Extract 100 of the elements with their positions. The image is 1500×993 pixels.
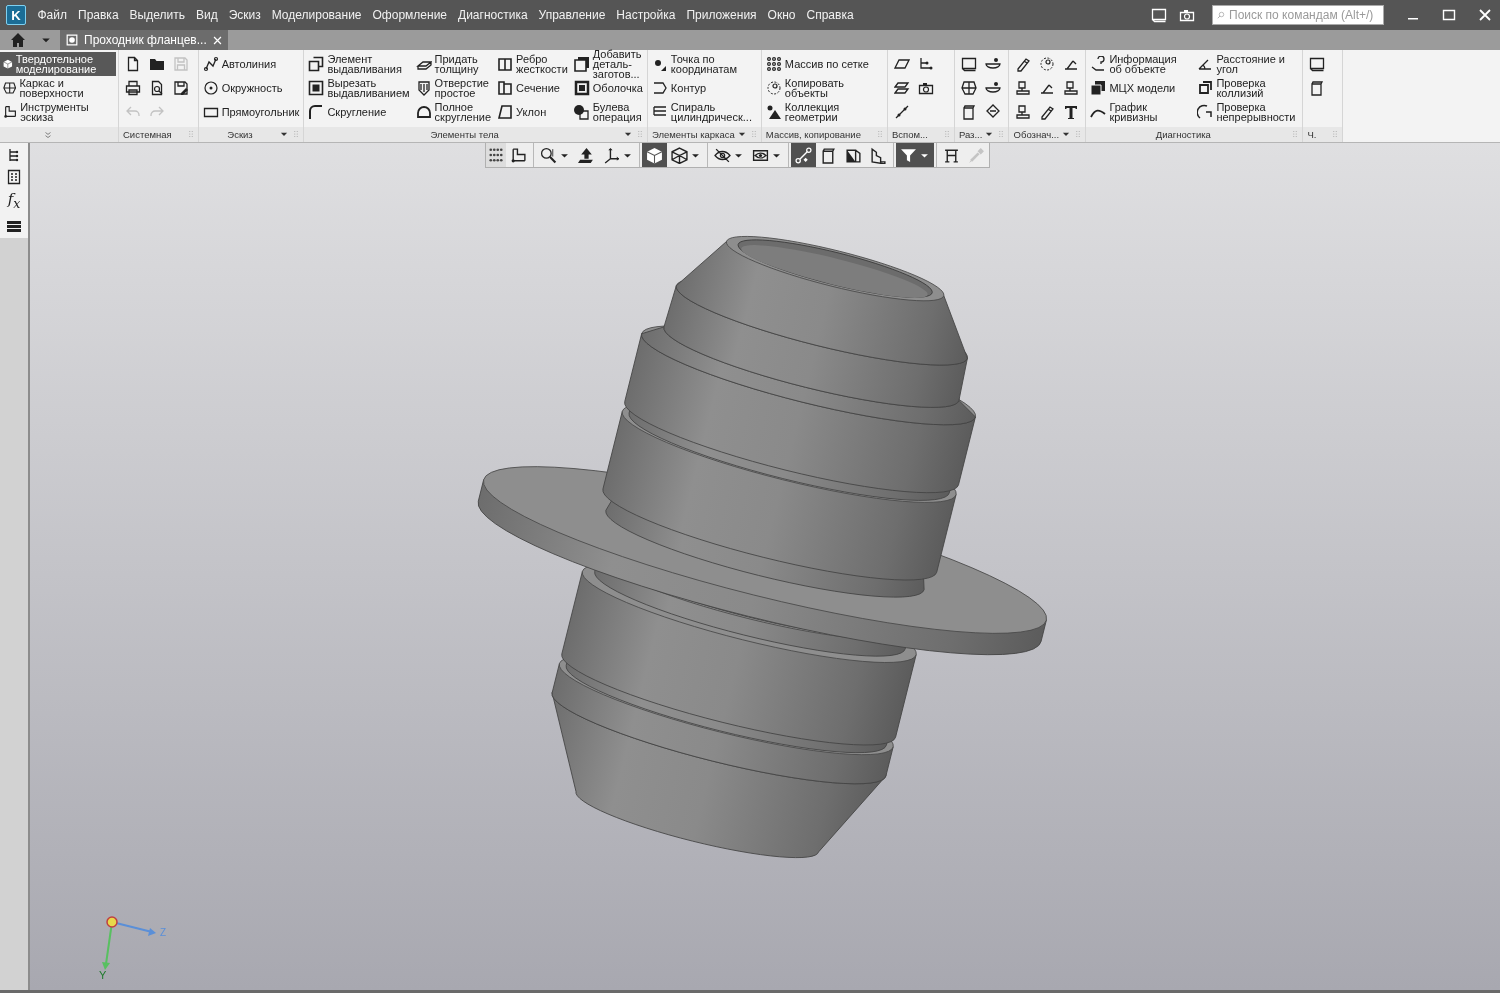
mode-tab[interactable]: Инструменты эскиза: [0, 100, 116, 124]
printer-icon[interactable]: [125, 80, 141, 96]
menu-item[interactable]: Диагностика: [452, 6, 534, 24]
command-button[interactable]: Проверка коллизий: [1197, 76, 1299, 100]
command-button[interactable]: Спираль цилиндрическ...: [651, 100, 757, 124]
command-button[interactable]: Автолиния: [202, 52, 300, 76]
group-label: Системная: [123, 129, 172, 140]
command-button[interactable]: Ребро жесткости: [497, 52, 568, 76]
camera-icon[interactable]: [1179, 7, 1195, 23]
tab-title: Проходник фланцев...: [84, 33, 207, 47]
command-button[interactable]: График кривизны: [1090, 100, 1192, 124]
mesh-icon[interactable]: [960, 80, 977, 96]
command-button[interactable]: Отверстие простое: [415, 76, 492, 100]
boolean-icon: [573, 104, 590, 120]
group-label: Эскиз: [227, 129, 253, 140]
mode-tab[interactable]: Каркас и поверхности: [0, 76, 116, 100]
stacked-planes-icon[interactable]: [893, 80, 910, 96]
command-button[interactable]: Расстояние и угол: [1197, 52, 1299, 76]
command-button[interactable]: Элемент выдавливания: [308, 52, 410, 76]
section-icon: [497, 80, 514, 96]
command-button[interactable]: Полное скругление: [415, 100, 492, 124]
close-icon[interactable]: [1477, 7, 1493, 23]
menu-item[interactable]: Вид: [190, 6, 224, 24]
command-button[interactable]: Сечение: [497, 76, 568, 100]
formula-button[interactable]: f$_{x}$: [7, 191, 21, 212]
panel-icon[interactable]: [1309, 56, 1326, 72]
bowl-icon[interactable]: [984, 80, 1001, 96]
group-label: Элементы каркаса: [651, 129, 735, 140]
toolbar-button[interactable]: [896, 143, 934, 167]
command-button[interactable]: Точка по координатам: [651, 52, 757, 76]
group-label: Раз...: [958, 129, 983, 140]
copy-icon[interactable]: [1039, 56, 1056, 72]
folder-icon[interactable]: [149, 56, 165, 72]
t-shape-icon[interactable]: [1063, 104, 1080, 120]
bowl-icon[interactable]: [984, 56, 1001, 72]
line-icon[interactable]: [893, 104, 910, 120]
menu-item[interactable]: Окно: [762, 6, 801, 24]
command-button[interactable]: Окружность: [202, 76, 300, 100]
search-field[interactable]: Поиск по командам (Alt+/): [1212, 5, 1384, 25]
command-button[interactable]: Булева операция: [573, 100, 643, 124]
group-label: Вспом...: [891, 129, 928, 140]
mode-tab[interactable]: Твердотельное моделирование: [0, 52, 116, 76]
pencil-icon[interactable]: [1015, 56, 1032, 72]
menu-item[interactable]: Эскиз: [223, 6, 267, 24]
save-as-icon[interactable]: [173, 80, 189, 96]
dome-icon: [415, 104, 432, 120]
command-button[interactable]: Вырезать выдавливанием: [308, 76, 410, 100]
stacked-squares-icon: [308, 56, 325, 72]
origin-marker: [106, 916, 118, 928]
continuity-icon: [1197, 104, 1214, 120]
menu-item[interactable]: Приложения: [680, 6, 763, 24]
command-button[interactable]: Информация об объекте: [1090, 52, 1192, 76]
camera-icon[interactable]: [917, 80, 934, 96]
command-button[interactable]: Уклон: [497, 100, 568, 124]
part-icon: [65, 33, 79, 47]
rib-icon: [497, 56, 514, 72]
layers-icon[interactable]: [1309, 80, 1326, 96]
menu-item[interactable]: Правка: [72, 6, 125, 24]
menu-item[interactable]: Моделирование: [266, 6, 368, 24]
command-button[interactable]: Скругление: [308, 100, 410, 124]
command-button[interactable]: Копировать объекты: [765, 76, 883, 100]
pencil-icon[interactable]: [1039, 104, 1056, 120]
app-logo: K: [6, 5, 26, 25]
preview-icon[interactable]: [149, 80, 165, 96]
home-icon[interactable]: [10, 32, 26, 48]
block-icon: [573, 56, 590, 72]
copy-icon: [765, 80, 782, 96]
command-button[interactable]: Коллекция геометрии: [765, 100, 883, 124]
tag-icon[interactable]: [984, 104, 1001, 120]
command-button[interactable]: Контур: [651, 76, 757, 100]
command-button[interactable]: Массив по сетке: [765, 52, 883, 76]
command-button[interactable]: Проверка непрерывности: [1197, 100, 1299, 124]
shell-icon: [573, 80, 590, 96]
command-button[interactable]: Придать толщину: [415, 52, 492, 76]
panel-icon[interactable]: [960, 56, 977, 72]
rounded-corner-icon: [308, 104, 325, 120]
document-tab[interactable]: Проходник фланцев...: [60, 30, 228, 50]
properties-icon[interactable]: [6, 169, 22, 185]
grip-icon: [489, 148, 503, 162]
mesh-icon: [3, 80, 17, 96]
axis-label: Z: [160, 927, 167, 938]
layers-icon[interactable]: [960, 104, 977, 120]
menu-item[interactable]: Справка: [801, 6, 860, 24]
group-label: Диагностика: [1155, 129, 1211, 140]
command-button[interactable]: Прямоугольник: [202, 100, 300, 124]
menu-item[interactable]: Выделить: [124, 6, 191, 24]
tapered-block-icon: [497, 104, 514, 120]
menu-item[interactable]: Оформление: [367, 6, 453, 24]
document-icon[interactable]: [125, 56, 141, 72]
plane-icon[interactable]: [893, 56, 910, 72]
close-icon[interactable]: [211, 34, 223, 46]
node-tree-icon[interactable]: [917, 56, 934, 72]
menu-icon[interactable]: [6, 218, 22, 234]
sketch-axes-icon: [3, 104, 18, 120]
menu-item[interactable]: Управление: [533, 6, 611, 24]
maximize-icon[interactable]: [1441, 7, 1457, 23]
menu-item[interactable]: Настройка: [610, 6, 681, 24]
command-button[interactable]: МЦХ модели: [1090, 76, 1192, 100]
collection-icon: [765, 104, 782, 120]
menu-item[interactable]: Файл: [32, 6, 73, 24]
